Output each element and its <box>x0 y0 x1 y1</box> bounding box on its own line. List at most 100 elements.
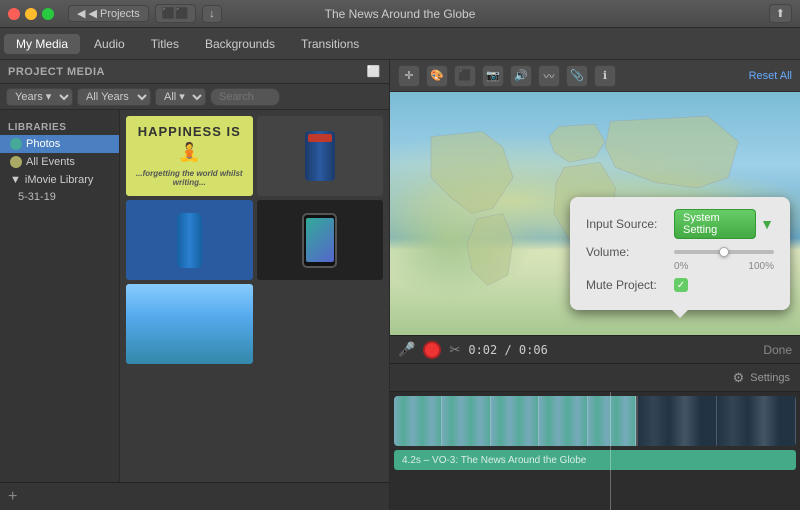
minimize-button[interactable] <box>25 8 37 20</box>
volume-slider[interactable] <box>674 250 774 254</box>
left-panel: PROJECT MEDIA ⬜ Years ▾ All Years All ▾ … <box>0 60 390 510</box>
preview-toolbar: ✛ 🎨 ⬛ 📷 🔊 〰 📎 ℹ Reset All <box>390 60 800 92</box>
beer-can-object <box>305 131 335 181</box>
right-panel: ✛ 🎨 ⬛ 📷 🔊 〰 📎 ℹ Reset All <box>390 60 800 510</box>
blue-can-object <box>177 213 202 268</box>
tab-transitions[interactable]: Transitions <box>289 34 371 54</box>
media-thumb-happiness[interactable]: HAPPINESS IS 🧘 ...forgetting the world w… <box>126 116 253 196</box>
search-input[interactable] <box>210 88 280 106</box>
clip-btn[interactable]: ⬛⬛ <box>155 4 196 23</box>
sidebar-item-photos[interactable]: Photos <box>0 135 119 153</box>
phone-object <box>302 213 337 268</box>
expand-icon[interactable]: ⬜ <box>367 65 381 78</box>
volume-row: Volume: <box>586 245 774 259</box>
track-area: 4.2s – VO-3: The News Around the Globe <box>390 392 800 474</box>
tab-titles[interactable]: Titles <box>139 34 191 54</box>
swim-content <box>126 284 253 364</box>
noise-tool[interactable]: 〰 <box>538 65 560 87</box>
audio-track-label: 4.2s – VO-3: The News Around the Globe <box>402 455 586 466</box>
clip-tool[interactable]: 📎 <box>566 65 588 87</box>
main-layout: PROJECT MEDIA ⬜ Years ▾ All Years All ▾ … <box>0 60 800 510</box>
happiness-subtitle: ...forgetting the world whilst writing..… <box>130 169 249 187</box>
volume-tool[interactable]: 🔊 <box>510 65 532 87</box>
input-source-label: Input Source: <box>586 217 666 231</box>
dark-frame-2 <box>717 396 796 446</box>
toolbar: My Media Audio Titles Backgrounds Transi… <box>0 28 800 60</box>
timeline-tracks: 4.2s – VO-3: The News Around the Globe <box>390 392 800 510</box>
volume-label: Volume: <box>586 245 666 259</box>
crop-tool[interactable]: ⬛ <box>454 65 476 87</box>
date-label: 5-31-19 <box>18 191 56 203</box>
tab-my-media[interactable]: My Media <box>4 34 80 54</box>
tab-backgrounds[interactable]: Backgrounds <box>193 34 287 54</box>
happiness-title-text: HAPPINESS IS <box>138 125 241 139</box>
audio-popover: Input Source: System Setting ▼ Volume: 0… <box>570 197 790 310</box>
share-btn[interactable]: ⬆ <box>769 4 792 23</box>
chevron-down-icon: ▼ <box>10 174 21 186</box>
crosshair-tool[interactable]: ✛ <box>398 65 420 87</box>
microphone-icon: 🎤 <box>398 341 415 358</box>
back-arrow-icon: ◀ <box>77 7 85 20</box>
vol-max-label: 100% <box>748 261 774 272</box>
done-button[interactable]: Done <box>763 343 792 357</box>
timeline-controls: 🎤 ✂ 0:02 / 0:06 Done <box>390 336 800 364</box>
phone-screen <box>306 218 334 262</box>
color-tool[interactable]: 🎨 <box>426 65 448 87</box>
reset-all-button[interactable]: Reset All <box>749 70 792 82</box>
sidebar-item-date[interactable]: 5-31-19 <box>0 189 119 205</box>
record-button[interactable] <box>423 341 441 359</box>
video-track[interactable] <box>394 396 796 446</box>
window-title: The News Around the Globe <box>325 7 476 21</box>
titlebar-right: ⬆ <box>769 4 792 23</box>
settings-row: ⚙ Settings <box>390 364 800 392</box>
titlebar: ◀ ◀ Projects ⬛⬛ ↓ The News Around the Gl… <box>0 0 800 28</box>
back-button[interactable]: ◀ ◀ Projects <box>68 5 149 22</box>
sidebar-item-imovie-library[interactable]: ▼ iMovie Library <box>0 171 119 189</box>
import-btn[interactable]: ↓ <box>202 5 222 23</box>
track-frame-1 <box>394 396 442 446</box>
back-label: ◀ Projects <box>88 7 139 20</box>
timeline-area: 🎤 ✂ 0:02 / 0:06 Done ⚙ Settings <box>390 335 800 510</box>
audio-track[interactable]: 4.2s – VO-3: The News Around the Globe <box>394 450 796 470</box>
timecode-display: 0:02 / 0:06 <box>468 343 547 357</box>
maximize-button[interactable] <box>42 8 54 20</box>
project-media-label: PROJECT MEDIA <box>8 66 105 78</box>
mute-label: Mute Project: <box>586 278 666 292</box>
happiness-figure-icon: 🧘 <box>178 142 200 163</box>
track-frame-2 <box>442 396 490 446</box>
all-events-icon <box>10 156 22 168</box>
media-thumb-beer[interactable] <box>257 116 384 196</box>
sidebar-item-all-events[interactable]: All Events <box>0 153 119 171</box>
media-thumb-swim[interactable] <box>126 284 253 364</box>
traffic-lights <box>8 8 54 20</box>
sidebar-photos-label: Photos <box>26 138 60 150</box>
gear-icon: ⚙ <box>733 370 745 386</box>
sidebar-imovie-label: iMovie Library <box>25 174 93 186</box>
input-source-row: Input Source: System Setting ▼ <box>586 209 774 239</box>
media-header: PROJECT MEDIA ⬜ <box>0 60 389 84</box>
all-years-filter[interactable]: All Years <box>77 88 151 106</box>
close-button[interactable] <box>8 8 20 20</box>
volume-labels: 0% 100% <box>674 261 774 272</box>
media-thumb-phone[interactable] <box>257 200 384 280</box>
years-filter[interactable]: Years ▾ <box>6 88 73 106</box>
add-button[interactable]: + <box>8 488 17 506</box>
filter-bar: Years ▾ All Years All ▾ <box>0 84 389 110</box>
content-area: LIBRARIES Photos All Events ▼ iMovie Lib… <box>0 110 389 482</box>
track-frame-5 <box>588 396 636 446</box>
media-thumb-blue-can[interactable] <box>126 200 253 280</box>
photos-icon <box>10 138 22 150</box>
track-segment-2 <box>636 396 796 446</box>
playhead <box>610 392 611 510</box>
info-tool[interactable]: ℹ <box>594 65 616 87</box>
input-source-control: System Setting ▼ <box>674 209 774 239</box>
tab-audio[interactable]: Audio <box>82 34 137 54</box>
sidebar: LIBRARIES Photos All Events ▼ iMovie Lib… <box>0 110 120 482</box>
camera-tool[interactable]: 📷 <box>482 65 504 87</box>
settings-label[interactable]: Settings <box>750 372 790 384</box>
track-frame-4 <box>539 396 587 446</box>
input-source-value[interactable]: System Setting <box>674 209 756 239</box>
all-filter[interactable]: All ▾ <box>155 88 206 106</box>
vol-min-label: 0% <box>674 261 688 272</box>
mute-checkbox[interactable]: ✓ <box>674 278 688 292</box>
